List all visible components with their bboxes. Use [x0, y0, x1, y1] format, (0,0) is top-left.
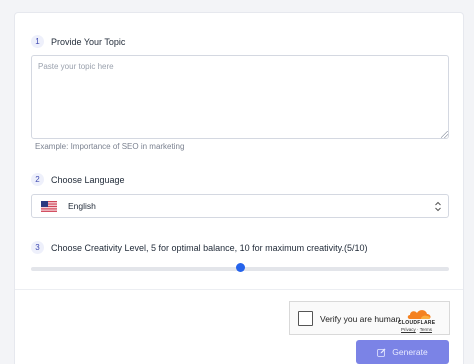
step-title: Choose Language: [51, 174, 125, 185]
language-select[interactable]: English: [31, 194, 449, 218]
selected-language: English: [68, 201, 96, 211]
edit-icon: [377, 348, 386, 357]
captcha-label: Verify you are human: [320, 314, 401, 324]
topic-textarea[interactable]: [31, 55, 449, 139]
captcha-links: Privacy · Terms: [401, 327, 432, 332]
divider: [15, 289, 463, 290]
step-2-header: 2 Choose Language: [31, 173, 125, 186]
step-number: 2: [31, 173, 44, 186]
step-title: Provide Your Topic: [51, 36, 126, 47]
privacy-link[interactable]: Privacy: [401, 327, 416, 332]
creativity-slider-thumb[interactable]: [236, 263, 245, 272]
link-separator: ·: [417, 327, 419, 332]
us-flag-icon: [41, 200, 57, 212]
generate-button[interactable]: Generate: [356, 340, 449, 364]
captcha-checkbox[interactable]: [298, 311, 313, 326]
resize-handle-icon[interactable]: [441, 131, 448, 138]
cloudflare-logo-icon: [407, 310, 431, 319]
cloudflare-brand: CLOUDFLARE: [398, 320, 436, 326]
terms-link[interactable]: Terms: [420, 327, 432, 332]
chevron-up-down-icon: [435, 201, 441, 212]
cloudflare-captcha: Verify you are human CLOUDFLARE Privacy …: [289, 301, 450, 335]
step-number: 1: [31, 35, 44, 48]
form-card: 1 Provide Your Topic Example: Importance…: [14, 12, 464, 364]
step-number: 3: [31, 241, 44, 254]
step-3-header: 3 Choose Creativity Level, 5 for optimal…: [31, 241, 367, 254]
step-title: Choose Creativity Level, 5 for optimal b…: [51, 242, 368, 253]
topic-example: Example: Importance of SEO in marketing: [35, 142, 185, 151]
generate-label: Generate: [392, 347, 428, 357]
step-1-header: 1 Provide Your Topic: [31, 35, 125, 48]
